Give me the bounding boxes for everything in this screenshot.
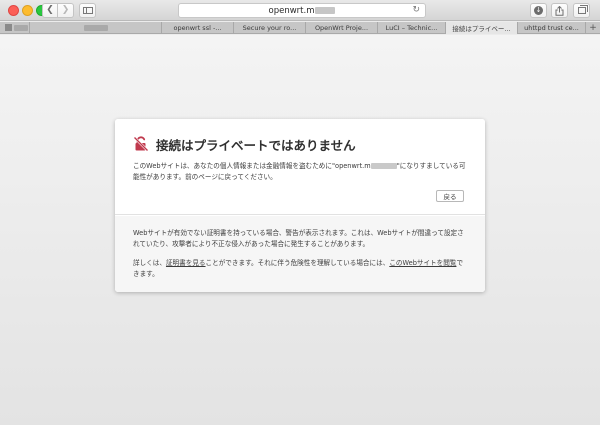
warning-details: Webサイトが有効でない証明書を持っている場合、警告が表示されます。これは、We… xyxy=(115,216,485,292)
tab-secure-your-router[interactable]: Secure your ro... xyxy=(234,22,306,34)
new-tab-button[interactable]: + xyxy=(586,22,600,34)
tabs-overview-icon xyxy=(577,5,588,14)
download-icon: ↓ xyxy=(534,6,543,15)
tab-label: Secure your ro... xyxy=(242,24,297,32)
address-bar-url: openwrt.m xyxy=(268,5,315,16)
redacted-url-part xyxy=(370,163,397,169)
redacted-url-part xyxy=(315,7,336,14)
more-info-paragraph: 詳しくは、証明書を見ることができます。それに伴う危険性を理解している場合には、こ… xyxy=(133,259,464,278)
tab-label: LuCI – Technic... xyxy=(385,24,438,32)
share-button[interactable] xyxy=(551,3,568,18)
downloads-button[interactable]: ↓ xyxy=(530,3,547,18)
tab-label: 接続はプライベー... xyxy=(452,25,511,33)
tab-blurred[interactable] xyxy=(30,22,162,34)
tab-pinned[interactable] xyxy=(0,22,30,34)
tab-luci-technical[interactable]: LuCI – Technic... xyxy=(378,22,446,34)
forward-button[interactable]: ❯ xyxy=(58,3,74,18)
share-icon xyxy=(555,5,564,16)
broken-lock-icon xyxy=(133,136,149,152)
tab-label: OpenWrt Proje... xyxy=(314,24,369,32)
address-bar[interactable]: openwrt.m ↻ xyxy=(178,3,426,18)
favicon xyxy=(5,24,12,31)
tab-openwrt-project[interactable]: OpenWrt Proje... xyxy=(306,22,378,34)
sidebar-icon xyxy=(82,7,93,14)
redacted-tab-title xyxy=(83,25,108,31)
tab-bar: openwrt ssl -... Secure your ro... OpenW… xyxy=(0,22,600,34)
details-paragraph: Webサイトが有効でない証明書を持っている場合、警告が表示されます。これは、We… xyxy=(133,229,464,248)
tab-label: openwrt ssl -... xyxy=(173,24,222,32)
privacy-warning-card: 接続はプライベートではありません このWebサイトは、あなたの個人情報または金融… xyxy=(115,119,485,292)
chevron-right-icon: ❯ xyxy=(61,5,70,15)
show-certificate-link[interactable]: 証明書を見る xyxy=(166,259,206,267)
minimize-window-button[interactable] xyxy=(22,5,33,16)
chevron-left-icon: ❮ xyxy=(46,5,54,15)
sidebar-toggle-button[interactable] xyxy=(79,3,96,18)
show-all-tabs-button[interactable] xyxy=(573,3,590,18)
tab-openwrt-ssl[interactable]: openwrt ssl -... xyxy=(162,22,234,34)
go-back-button[interactable]: 戻る xyxy=(436,190,464,202)
page-title: 接続はプライベートではありません xyxy=(156,138,356,153)
tab-uhttpd-trust[interactable]: uhttpd trust ce... xyxy=(518,22,586,34)
plus-icon: + xyxy=(589,23,597,33)
redacted-tab-title xyxy=(13,25,28,31)
visit-website-link[interactable]: このWebサイトを閲覧 xyxy=(389,259,456,267)
tab-not-private-active[interactable]: 接続はプライベー... xyxy=(446,22,518,34)
browser-toolbar: ❮ ❯ openwrt.m ↻ ↓ xyxy=(0,0,600,21)
close-window-button[interactable] xyxy=(8,5,19,16)
back-button[interactable]: ❮ xyxy=(42,3,58,18)
tab-label: uhttpd trust ce... xyxy=(524,24,579,32)
reload-icon[interactable]: ↻ xyxy=(412,5,420,15)
warning-description: このWebサイトは、あなたの個人情報または金融情報を盗むために"openwrt.… xyxy=(133,162,466,181)
warning-summary: 接続はプライベートではありません このWebサイトは、あなたの個人情報または金融… xyxy=(115,119,485,215)
page-content: 接続はプライベートではありません このWebサイトは、あなたの個人情報または金融… xyxy=(0,35,600,425)
